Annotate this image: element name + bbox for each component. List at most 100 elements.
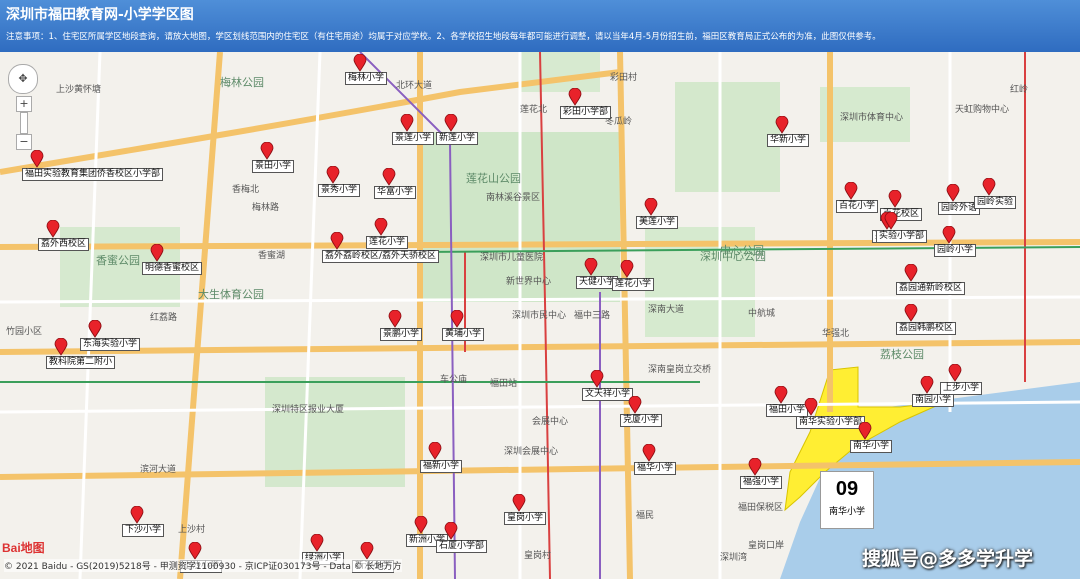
school-label: 明德香蜜校区 — [142, 262, 203, 275]
school-label: 园岭实验 — [974, 196, 1017, 209]
map-pin-icon — [353, 54, 367, 72]
map-pin-icon — [775, 116, 789, 134]
school-label: 莲花小学 — [366, 236, 409, 249]
header-bar: 深圳市福田教育网-小学学区图 注意事项：1、住宅区所属学区地段查询，请放大地图，… — [0, 0, 1080, 52]
place-label: 荔枝公园 — [880, 348, 924, 361]
place-label: 香蜜公园 — [96, 254, 140, 267]
place-label: 莲花北 — [520, 105, 548, 115]
notice-text: 注意事项：1、住宅区所属学区地段查询，请放大地图，学区划线范围内的住宅区（有住宅… — [6, 32, 881, 42]
map-pin-icon — [584, 258, 598, 276]
school-label: 景田小学 — [252, 160, 295, 173]
zoom-slider[interactable] — [20, 112, 28, 134]
place-label: 香梅北 — [232, 185, 260, 195]
map-pin-icon — [374, 218, 388, 236]
place-label: 深圳特区报业大厦 — [272, 405, 345, 415]
map-pin-icon — [512, 494, 526, 512]
place-label: 福中三路 — [574, 311, 611, 321]
school-label: 福华小学 — [634, 462, 677, 475]
map-pin-icon — [310, 534, 324, 552]
zone-number: 09 — [835, 478, 859, 500]
map-pin-icon — [54, 338, 68, 356]
place-label: 梅林路 — [252, 203, 280, 213]
map-pin-icon — [642, 444, 656, 462]
map-pin-icon — [590, 370, 604, 388]
school-label: 皇岗小学 — [504, 512, 547, 525]
map-pin-icon — [774, 386, 788, 404]
school-label: 荔外西校区 — [38, 238, 90, 251]
place-label: 红岭 — [1010, 85, 1029, 95]
zoom-out-button[interactable]: − — [16, 134, 32, 150]
school-label: 美莲小学 — [636, 216, 679, 229]
school-label: 南园小学 — [912, 394, 955, 407]
school-label: 百花小学 — [836, 200, 879, 213]
school-label: 南华实验小学部 — [796, 416, 866, 429]
place-label: 彩田村 — [610, 73, 638, 83]
school-label: 新莲小学 — [436, 132, 479, 145]
school-label: 实验小学部 — [876, 230, 928, 243]
school-label: 莲花小学 — [612, 278, 655, 291]
school-label: 福新小学 — [420, 460, 463, 473]
school-label: 石厦小学部 — [436, 540, 488, 553]
place-label: 中航城 — [748, 309, 776, 319]
place-label: 车公庙 — [440, 375, 468, 385]
place-label: 深圳市体育中心 — [840, 113, 904, 123]
baidu-logo: Bai地图 — [2, 541, 45, 555]
place-label: 会展中心 — [532, 417, 569, 427]
district-map[interactable]: ✥ + − 上沙黄怀塘 梅林公园 北环大道 莲花北 彩田村 冬瓜岭 深圳市体育中心 红岭 天虹购… — [0, 52, 1080, 579]
map-pin-icon — [428, 442, 442, 460]
map-pin-icon — [360, 542, 374, 560]
pan-control[interactable]: ✥ — [8, 64, 38, 94]
school-label: 教科院第二附小 — [46, 356, 116, 369]
zone-school-name: 南华小学 — [828, 507, 865, 517]
map-pin-icon — [920, 376, 934, 394]
map-pin-icon — [948, 364, 962, 382]
map-pin-icon — [188, 542, 202, 560]
school-label: 南华小学 — [850, 440, 893, 453]
place-label: 香蜜湖 — [258, 251, 286, 261]
school-label: 黄埔小学 — [442, 328, 485, 341]
place-label: 莲花山公园 — [466, 172, 521, 185]
place-label: 深圳市民中心 — [512, 311, 567, 321]
map-pin-icon — [382, 168, 396, 186]
map-pin-icon — [388, 310, 402, 328]
school-label: 荔外荔岭校区/荔外天骄校区 — [322, 250, 440, 263]
place-label: 中心公园 — [720, 244, 764, 257]
school-label: 梅林小学 — [345, 72, 388, 85]
school-label: 景莲小学 — [392, 132, 435, 145]
map-pin-icon — [946, 184, 960, 202]
map-pin-icon — [444, 114, 458, 132]
school-label: 荔园韩鹏校区 — [896, 322, 957, 335]
place-label: 皇岗口岸 — [748, 541, 785, 551]
map-pin-icon — [904, 304, 918, 322]
map-pin-icon — [982, 178, 996, 196]
school-label: 文天祥小学 — [582, 388, 634, 401]
school-label: 荔园通新岭校区 — [896, 282, 966, 295]
zoom-in-button[interactable]: + — [16, 96, 32, 112]
map-pin-icon — [444, 522, 458, 540]
map-pin-icon — [942, 226, 956, 244]
place-label: 深圳会展中心 — [504, 447, 559, 457]
map-pin-icon — [88, 320, 102, 338]
school-label: 克厦小学 — [620, 414, 663, 427]
place-label: 皇岗村 — [524, 551, 552, 561]
place-label: 北环大道 — [396, 81, 433, 91]
school-label: 华富小学 — [374, 186, 417, 199]
map-pin-icon — [844, 182, 858, 200]
map-pin-icon — [748, 458, 762, 476]
place-label: 竹园小区 — [6, 327, 43, 337]
map-pin-icon — [30, 150, 44, 168]
place-label: 新世界中心 — [506, 277, 552, 287]
map-pin-icon — [644, 198, 658, 216]
place-label: 福民 — [636, 511, 655, 521]
place-label: 红荔路 — [150, 313, 178, 323]
place-label: 梅林公园 — [220, 76, 264, 89]
map-pin-icon — [130, 506, 144, 524]
school-label: 园岭小学 — [934, 244, 977, 257]
place-label: 福田站 — [490, 379, 518, 389]
school-zone-card[interactable]: 09 南华小学 — [820, 471, 874, 529]
school-label: 东海实验小学 — [80, 338, 141, 351]
map-pin-icon — [888, 190, 902, 208]
page-title: 深圳市福田教育网-小学学区图 — [6, 7, 194, 23]
school-label: 景鹏小学 — [380, 328, 423, 341]
map-pin-icon — [330, 232, 344, 250]
